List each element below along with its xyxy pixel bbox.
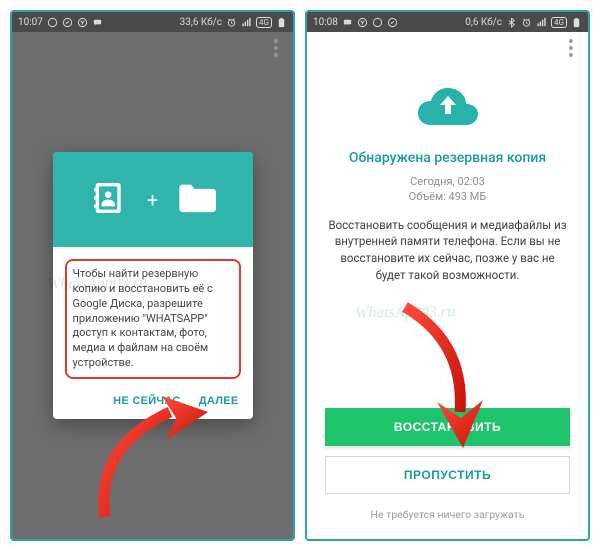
plus-icon: + (147, 188, 158, 212)
net-badge: 4G (256, 17, 272, 28)
not-now-button[interactable]: НЕ СЕЙЧАС (113, 395, 181, 407)
screen-content: ••• Обнаружена резервная копия Сегодня, … (307, 32, 588, 539)
backup-found-headline: Обнаружена резервная копия (349, 150, 546, 166)
watermark: WhatsApp03.ru (355, 303, 455, 323)
permission-dialog: + Чтобы найти резервную копию и восстано… (53, 152, 253, 419)
status-bar: 10:07 33,6 Кб/с 4G (12, 12, 293, 32)
signal-icon (536, 17, 547, 28)
next-button[interactable]: ДАЛЕЕ (199, 395, 239, 407)
status-bar: 10:08 0,6 Кб/с 4G (307, 12, 588, 32)
skip-button[interactable]: ПРОПУСТИТЬ (325, 456, 570, 494)
footer-note: Не требуется ничего загружать (371, 508, 525, 521)
battery-icon (276, 17, 287, 28)
chat-icon (342, 17, 353, 28)
chat-icon (92, 17, 103, 28)
status-speed: 33,6 Кб/с (180, 17, 222, 28)
y-icon (77, 17, 88, 28)
dialog-actions: НЕ СЕЙЧАС ДАЛЕЕ (53, 385, 253, 419)
status-time: 10:07 (18, 17, 43, 28)
signal-icon (241, 17, 252, 28)
check-icon (62, 17, 73, 28)
y-icon (357, 17, 368, 28)
net-badge: 4G (551, 17, 567, 28)
screenshot-right: 10:08 0,6 Кб/с 4G (305, 10, 590, 541)
dialog-text: Чтобы найти резервную копию и восстанови… (65, 259, 241, 379)
status-time: 10:08 (313, 17, 338, 28)
check-icon (387, 17, 398, 28)
contacts-icon (89, 178, 129, 222)
overflow-menu-icon[interactable]: ••• (273, 40, 279, 60)
bluetooth-icon (506, 17, 517, 28)
screenshot-left: 10:07 33,6 Кб/с 4G (10, 10, 295, 541)
folder-icon (176, 181, 216, 219)
status-speed: 0,6 Кб/с (465, 17, 502, 28)
alarm-icon (521, 17, 532, 28)
alarm-icon (226, 17, 237, 28)
overflow-menu-icon[interactable]: ••• (568, 40, 574, 60)
screen-content: ••• + (12, 32, 293, 539)
dialog-header: + (53, 152, 253, 247)
battery-icon (571, 17, 582, 28)
sync-icon (372, 17, 383, 28)
restore-button[interactable]: ВОССТАНОВИТЬ (325, 408, 570, 446)
backup-date: Сегодня, 02:03 (410, 174, 485, 189)
cloud-upload-icon (416, 82, 480, 130)
dialog-body: Чтобы найти резервную копию и восстанови… (53, 247, 253, 385)
sync-icon (47, 17, 58, 28)
backup-size: Объём: 493 МБ (409, 189, 487, 204)
backup-description: Восстановить сообщения и медиафайлы из в… (325, 217, 570, 284)
